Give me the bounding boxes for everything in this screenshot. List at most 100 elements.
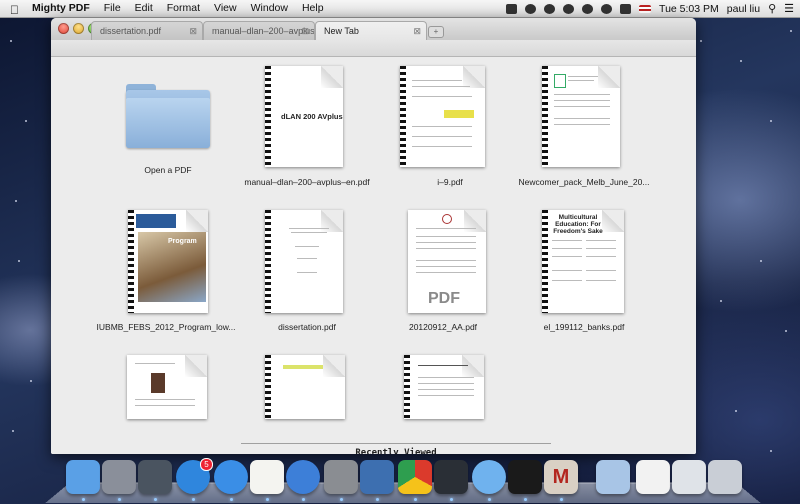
star — [30, 380, 32, 382]
safari-icon[interactable] — [214, 460, 248, 494]
running-indicator — [266, 498, 269, 501]
window-close-button[interactable] — [58, 23, 69, 34]
tab-dissertation[interactable]: dissertation.pdf ⊠ — [91, 21, 203, 40]
dock: 5M — [45, 456, 761, 504]
window-minimize-button[interactable] — [73, 23, 84, 34]
pdf-thumbnail — [265, 210, 343, 313]
tab-label: New Tab — [324, 26, 359, 36]
input-source-flag-icon[interactable] — [639, 4, 652, 13]
running-indicator — [154, 498, 157, 501]
file-item[interactable]: PDF 20120912_AA.pdf — [368, 202, 518, 332]
menu-view[interactable]: View — [207, 0, 244, 17]
star — [735, 410, 737, 412]
new-tab-button[interactable]: + — [428, 26, 444, 38]
running-indicator — [230, 498, 233, 501]
status-area: Tue 5:03 PM paul liu ⚲ ☰ — [506, 0, 794, 17]
screenshot-stack-icon[interactable] — [672, 460, 706, 494]
app-letter: M — [552, 465, 570, 488]
spotlight-icon[interactable]: ⚲ — [768, 2, 776, 15]
menu-file[interactable]: File — [97, 0, 128, 17]
running-indicator — [414, 498, 417, 501]
pdf-watermark: PDF — [428, 290, 460, 307]
cover-title: Multicultural Education: For Freedom's S… — [553, 214, 603, 235]
wifi-icon[interactable] — [582, 3, 594, 14]
menu-app-name[interactable]: Mighty PDF — [26, 0, 97, 17]
star — [700, 40, 702, 42]
cover-title: dLAN 200 AVplus — [281, 112, 343, 121]
file-item[interactable]: i–9.pdf — [375, 57, 525, 187]
app-store-icon[interactable]: 5 — [176, 458, 213, 494]
star — [790, 30, 792, 32]
file-name: manual–dlan–200–avplus–en.pdf — [244, 177, 370, 187]
bluetooth-icon[interactable] — [563, 3, 575, 14]
file-item[interactable]: Program IUBMB_FEBS_2012_Program_low... — [91, 202, 241, 332]
file-item[interactable]: Newcomer_pack_Melb_June_20... — [509, 57, 659, 187]
pdf-thumbnail — [127, 355, 207, 419]
file-name: el_199112_banks.pdf — [543, 322, 625, 332]
file-item[interactable]: Multicultural Education: For Freedom's S… — [509, 202, 659, 332]
launchpad-icon[interactable] — [102, 460, 136, 494]
trash-icon[interactable] — [708, 460, 742, 494]
activity-monitor-icon[interactable] — [434, 460, 468, 494]
file-name: IUBMB_FEBS_2012_Program_low... — [96, 322, 236, 332]
pdf-thumbnail: PDF — [408, 210, 486, 313]
pdf-thumbnail — [404, 355, 484, 419]
star — [785, 330, 787, 332]
file-item[interactable] — [91, 347, 241, 427]
pdf-thumbnail: Program — [128, 210, 208, 313]
time-machine-icon[interactable] — [544, 3, 556, 14]
running-indicator — [524, 498, 527, 501]
star — [25, 120, 27, 122]
file-item[interactable] — [232, 347, 382, 427]
tab-close-icon[interactable]: ⊠ — [189, 22, 197, 40]
menu-window[interactable]: Window — [244, 0, 295, 17]
status-app-icon[interactable] — [506, 3, 518, 14]
itunes-icon[interactable] — [286, 460, 320, 494]
running-indicator — [560, 498, 563, 501]
finder-icon[interactable] — [66, 460, 100, 494]
tab-label: dissertation.pdf — [100, 26, 162, 36]
documents-stack-icon[interactable] — [636, 460, 670, 494]
star — [10, 40, 12, 42]
file-item[interactable]: dissertation.pdf — [232, 202, 382, 332]
pdf-thumbnail — [542, 66, 620, 167]
terminal-icon[interactable] — [508, 460, 542, 494]
file-item[interactable] — [371, 347, 521, 427]
folder-icon — [126, 84, 210, 148]
mission-control-icon[interactable] — [138, 460, 172, 494]
star — [720, 300, 722, 302]
tab-manual[interactable]: manual–dlan–200–avplus–en... ⊠ — [203, 21, 315, 40]
tab-close-icon[interactable]: ⊠ — [413, 22, 421, 40]
battery-icon[interactable] — [620, 3, 632, 14]
notification-center-icon[interactable]: ☰ — [784, 2, 794, 15]
mighty-pdf-icon[interactable]: M — [544, 460, 578, 494]
reminders-icon[interactable] — [250, 460, 284, 494]
clock[interactable]: Tue 5:03 PM — [659, 3, 719, 15]
menu-format[interactable]: Format — [160, 0, 207, 17]
running-indicator — [450, 498, 453, 501]
xcode-icon[interactable] — [360, 460, 394, 494]
menu-help[interactable]: Help — [295, 0, 331, 17]
star — [770, 120, 772, 122]
file-name: 20120912_AA.pdf — [408, 322, 478, 332]
dropbox-icon[interactable] — [525, 3, 537, 14]
open-pdf-item[interactable]: Open a PDF — [93, 57, 243, 187]
apple-menu-icon[interactable]:  — [10, 2, 22, 17]
tab-new-tab[interactable]: New Tab ⊠ — [315, 21, 427, 40]
pdf-thumbnail: Multicultural Education: For Freedom's S… — [542, 210, 624, 313]
volume-icon[interactable] — [601, 3, 613, 14]
update-badge: 5 — [200, 458, 213, 471]
user-name[interactable]: paul liu — [727, 3, 760, 15]
menu-edit[interactable]: Edit — [128, 0, 160, 17]
running-indicator — [82, 498, 85, 501]
file-item[interactable]: dLAN 200 AVplus manual–dlan–200–avplus–e… — [232, 57, 382, 187]
downloads-folder-icon[interactable] — [596, 460, 630, 494]
running-indicator — [192, 498, 195, 501]
system-preferences-icon[interactable] — [324, 460, 358, 494]
new-tab-content: Open a PDF dLAN 200 AVplus manual–dlan–2… — [51, 57, 696, 454]
chrome-icon[interactable] — [398, 460, 432, 494]
messages-icon[interactable] — [472, 460, 506, 494]
running-indicator — [302, 498, 305, 501]
tab-close-icon[interactable]: ⊠ — [301, 22, 309, 40]
star — [18, 260, 20, 262]
